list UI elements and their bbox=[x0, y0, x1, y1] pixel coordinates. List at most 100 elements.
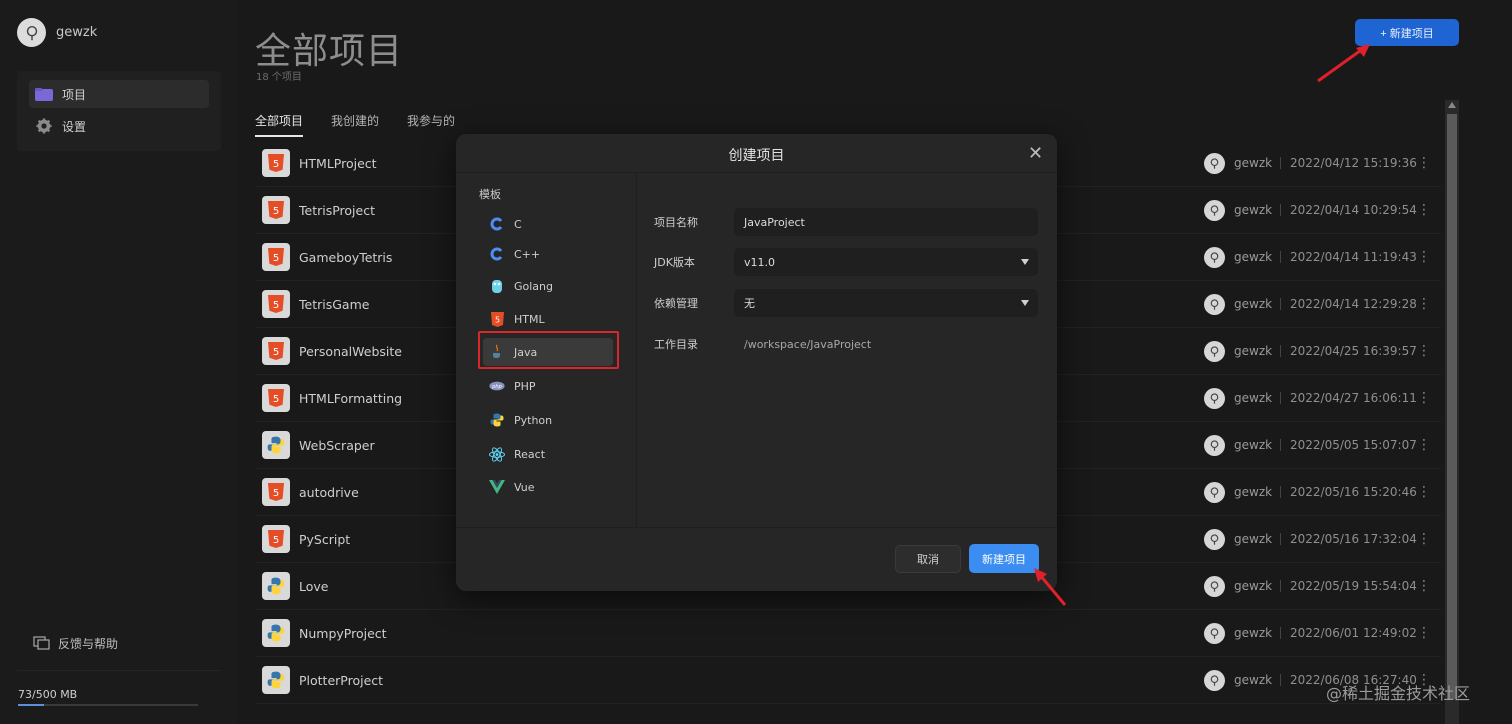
project-name[interactable]: GameboyTetris bbox=[299, 250, 392, 265]
html5-icon: 5 bbox=[262, 290, 290, 318]
project-owner: gewzk bbox=[1204, 152, 1272, 174]
template-item-vue[interactable]: Vue bbox=[483, 473, 613, 501]
more-options-icon[interactable]: ⋮ bbox=[1417, 578, 1431, 594]
caret-down-icon bbox=[1021, 300, 1029, 306]
owner-name: gewzk bbox=[1234, 203, 1273, 217]
project-name[interactable]: PersonalWebsite bbox=[299, 344, 402, 359]
project-name[interactable]: autodrive bbox=[299, 485, 359, 500]
feedback-link[interactable]: 反馈与帮助 bbox=[33, 635, 118, 652]
avatar bbox=[1204, 669, 1225, 691]
project-name[interactable]: HTMLFormatting bbox=[299, 391, 402, 406]
divider bbox=[1280, 392, 1281, 404]
more-options-icon[interactable]: ⋮ bbox=[1417, 484, 1431, 500]
project-owner: gewzk bbox=[1204, 434, 1272, 456]
template-item-cpp[interactable]: C++ bbox=[483, 240, 613, 268]
project-row[interactable]: NumpyProject gewzk 2022/06/01 12:49:02 ⋮ bbox=[255, 610, 1441, 657]
more-options-icon[interactable]: ⋮ bbox=[1417, 202, 1431, 218]
project-date: 2022/04/14 10:29:54 bbox=[1290, 203, 1417, 217]
selection-highlight-box bbox=[478, 331, 619, 369]
tab-participated[interactable]: 我参与的 bbox=[407, 112, 455, 137]
template-item-c[interactable]: C bbox=[483, 210, 613, 238]
owner-name: gewzk bbox=[1234, 532, 1273, 546]
project-name[interactable]: NumpyProject bbox=[299, 626, 387, 641]
project-name[interactable]: WebScraper bbox=[299, 438, 375, 453]
html5-icon: 5 bbox=[262, 337, 290, 365]
more-options-icon[interactable]: ⋮ bbox=[1417, 437, 1431, 453]
template-item-python[interactable]: Python bbox=[483, 406, 613, 434]
project-owner: gewzk bbox=[1204, 528, 1273, 550]
more-options-icon[interactable]: ⋮ bbox=[1417, 296, 1431, 312]
sidebar-item-projects[interactable]: 项目 bbox=[29, 80, 209, 108]
annotation-arrow-icon bbox=[1317, 44, 1370, 83]
create-project-button[interactable]: 新建项目 bbox=[969, 544, 1039, 573]
project-date: 2022/04/25 16:39:57 bbox=[1290, 344, 1417, 358]
annotation-arrow-icon bbox=[1034, 568, 1067, 606]
scrollbar[interactable] bbox=[1445, 100, 1459, 724]
more-options-icon[interactable]: ⋮ bbox=[1417, 249, 1431, 265]
project-date: 2022/05/05 15:07:07 bbox=[1290, 438, 1417, 452]
more-options-icon[interactable]: ⋮ bbox=[1417, 343, 1431, 359]
jdk-version-label: JDK版本 bbox=[654, 256, 695, 269]
template-item-html[interactable]: 5 HTML bbox=[483, 305, 613, 333]
tab-all-projects[interactable]: 全部项目 bbox=[255, 112, 304, 137]
template-label-react: React bbox=[514, 447, 546, 461]
close-icon[interactable]: ✕ bbox=[1028, 143, 1043, 164]
project-row[interactable]: PlotterProject gewzk 2022/06/08 16:27:40 ⋮ bbox=[255, 657, 1441, 704]
storage-bar-fill bbox=[18, 704, 45, 706]
html5-icon: 5 bbox=[262, 525, 290, 553]
chat-icon bbox=[33, 636, 50, 650]
more-options-icon[interactable]: ⋮ bbox=[1417, 531, 1431, 547]
avatar bbox=[1204, 152, 1225, 174]
project-name-input[interactable]: JavaProject bbox=[734, 208, 1038, 236]
jdk-version-value: v11.0 bbox=[744, 255, 776, 269]
page-title: 全部项目 bbox=[255, 31, 404, 72]
project-date: 2022/05/16 17:32:04 bbox=[1290, 532, 1417, 546]
sidebar-item-label: 设置 bbox=[62, 119, 87, 134]
user-profile[interactable]: gewzk bbox=[17, 18, 97, 47]
more-options-icon[interactable]: ⋮ bbox=[1417, 625, 1431, 641]
owner-name: gewzk bbox=[1234, 344, 1273, 358]
react-icon bbox=[489, 446, 505, 462]
svg-text:5: 5 bbox=[273, 394, 279, 405]
project-date: 2022/05/16 15:20:46 bbox=[1290, 485, 1417, 499]
watermark: @稀土掘金技术社区 bbox=[1326, 684, 1471, 703]
template-label-golang: Golang bbox=[514, 279, 554, 293]
sidebar-item-settings[interactable]: 设置 bbox=[29, 112, 209, 140]
project-date: 2022/05/19 15:54:04 bbox=[1290, 579, 1417, 593]
cancel-button[interactable]: 取消 bbox=[895, 545, 961, 573]
php-icon: php bbox=[489, 378, 505, 394]
scroll-up-icon[interactable] bbox=[1448, 102, 1456, 108]
more-options-icon[interactable]: ⋮ bbox=[1417, 155, 1431, 171]
sidebar-item-label: 项目 bbox=[62, 87, 87, 102]
avatar bbox=[1204, 246, 1225, 268]
sidebar-nav: 项目 设置 bbox=[17, 71, 221, 151]
workdir-label: 工作目录 bbox=[654, 338, 698, 351]
vue-icon bbox=[489, 479, 505, 495]
python-icon bbox=[262, 619, 290, 647]
project-date: 2022/04/12 15:19:36 bbox=[1290, 156, 1417, 170]
form-row-dependency: 依赖管理 无 bbox=[654, 289, 1038, 317]
html5-icon: 5 bbox=[262, 149, 290, 177]
template-item-golang[interactable]: Golang bbox=[483, 272, 613, 300]
storage-usage: 73/500 MB bbox=[18, 688, 78, 701]
project-name[interactable]: HTMLProject bbox=[299, 156, 377, 171]
scroll-thumb[interactable] bbox=[1447, 114, 1457, 699]
template-item-php[interactable]: php PHP bbox=[483, 372, 613, 400]
jdk-version-select[interactable]: v11.0 bbox=[734, 248, 1038, 276]
avatar bbox=[1204, 481, 1225, 503]
project-name[interactable]: TetrisGame bbox=[299, 297, 369, 312]
tab-created-by-me[interactable]: 我创建的 bbox=[331, 112, 379, 137]
template-item-react[interactable]: React bbox=[483, 440, 613, 468]
html5-icon: 5 bbox=[262, 243, 290, 271]
template-label-html: HTML bbox=[514, 312, 545, 326]
more-options-icon[interactable]: ⋮ bbox=[1417, 390, 1431, 406]
project-name[interactable]: PyScript bbox=[299, 532, 350, 547]
python-icon bbox=[262, 431, 290, 459]
project-name[interactable]: Love bbox=[299, 579, 328, 594]
divider bbox=[1280, 486, 1281, 498]
dependency-select[interactable]: 无 bbox=[734, 289, 1038, 317]
avatar[interactable] bbox=[17, 18, 46, 47]
gear-icon bbox=[35, 118, 53, 134]
project-name[interactable]: TetrisProject bbox=[299, 203, 375, 218]
project-name[interactable]: PlotterProject bbox=[299, 673, 383, 688]
